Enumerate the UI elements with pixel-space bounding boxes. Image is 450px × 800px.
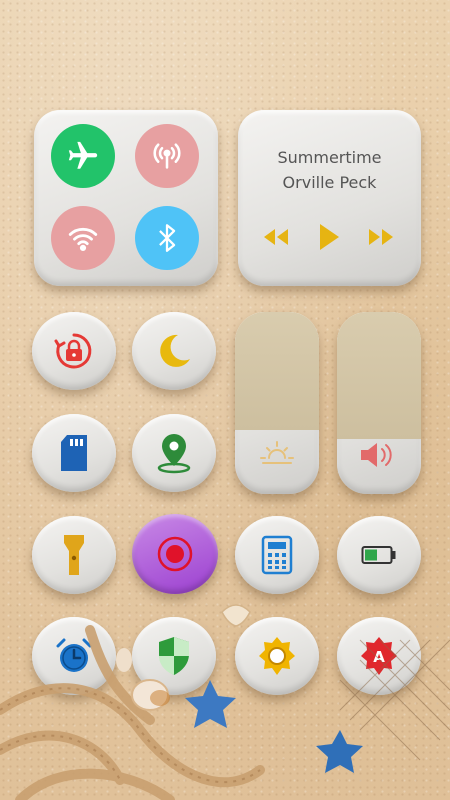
brightness-slider[interactable] [235, 312, 319, 494]
play-button[interactable] [312, 219, 346, 255]
volume-slider[interactable] [337, 312, 421, 494]
song-artist: Orville Peck [282, 173, 377, 192]
rewind-button[interactable] [258, 223, 294, 251]
brightness-slider-unfilled [235, 312, 319, 431]
fast-forward-icon [369, 229, 393, 245]
calculator-icon [261, 535, 293, 575]
battery-button[interactable] [337, 516, 421, 594]
bluetooth-icon [159, 224, 176, 252]
rewind-icon [264, 229, 288, 245]
calculator-button[interactable] [235, 516, 319, 594]
fast-forward-button[interactable] [363, 223, 399, 251]
hotspot-icon [153, 143, 181, 169]
sd-card-button[interactable] [32, 414, 116, 492]
flashlight-button[interactable] [32, 516, 116, 594]
volume-icon [361, 443, 392, 467]
night-mode-button[interactable] [132, 312, 216, 390]
battery-icon [361, 546, 396, 564]
location-button[interactable] [132, 414, 216, 492]
music-player-panel: Summertime Orville Peck [238, 110, 421, 286]
sd-card-icon [61, 435, 87, 471]
play-icon [320, 224, 339, 250]
hotspot-toggle[interactable] [135, 124, 199, 188]
rope-decoration [0, 604, 450, 800]
volume-slider-unfilled [337, 312, 421, 440]
location-pin-icon [157, 434, 191, 474]
bluetooth-toggle[interactable] [135, 206, 199, 270]
rotation-lock-button[interactable] [32, 312, 116, 390]
airplane-mode-toggle[interactable] [51, 124, 115, 188]
wifi-icon [68, 227, 98, 252]
moon-icon [160, 334, 190, 367]
record-icon [157, 536, 193, 572]
airplane-icon [68, 141, 98, 169]
rotation-lock-icon [54, 333, 92, 369]
wifi-toggle[interactable] [51, 206, 115, 270]
screen-record-button[interactable] [132, 514, 218, 594]
quick-settings-panel [34, 110, 218, 286]
flashlight-icon [64, 535, 84, 575]
brightness-icon [260, 441, 294, 464]
song-title: Summertime [277, 148, 382, 167]
